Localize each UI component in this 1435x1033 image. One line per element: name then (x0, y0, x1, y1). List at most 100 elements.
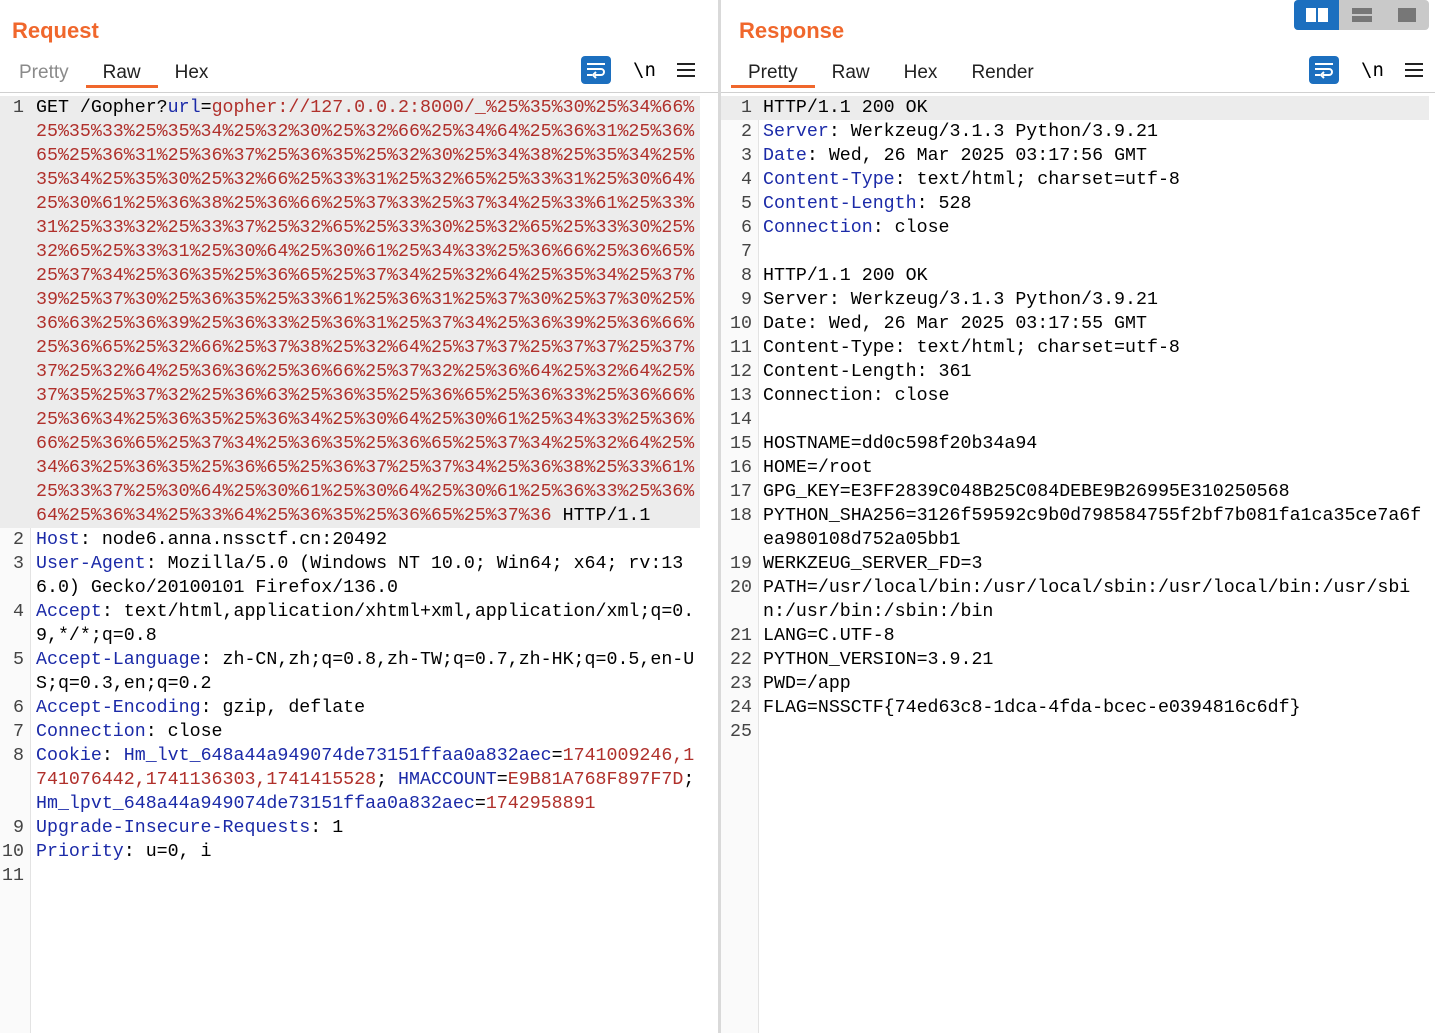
code-text: HOME=/root (763, 458, 873, 478)
request-wrap-lines-button[interactable] (581, 56, 611, 84)
response-tab-pretty[interactable]: Pretty (731, 58, 815, 88)
code-key: Server (763, 122, 829, 142)
code-line[interactable]: 16 HOME=/root (721, 456, 1429, 480)
code-text: Content-Type: text/html; charset=utf-8 (763, 338, 1180, 358)
code-text: = (474, 794, 486, 814)
code-line[interactable]: 12 Content-Length: 361 (721, 360, 1429, 384)
code-text: Connection: close (763, 386, 950, 406)
code-line[interactable]: 6 Accept-Encoding: gzip, deflate (0, 696, 700, 720)
line-number: 12 (730, 362, 752, 382)
line-number: 10 (2, 842, 24, 862)
response-show-newlines-button[interactable]: \n (1361, 59, 1384, 81)
code-line[interactable]: 2 Host: node6.anna.nssctf.cn:20492 (0, 528, 700, 552)
code-line[interactable]: 15 HOSTNAME=dd0c598f20b34a94 (721, 432, 1429, 456)
request-tab-divider (0, 92, 718, 93)
code-text: : Wed, 26 Mar 2025 03:17:56 GMT (806, 146, 1147, 166)
response-tab-render[interactable]: Render (954, 58, 1050, 88)
code-key: Accept-Encoding (36, 698, 201, 718)
code-value: 1742958891 (485, 794, 596, 814)
line-number: 14 (730, 410, 752, 430)
response-pane: Response Pretty Raw Hex Render \n 1 HTTP/… (721, 0, 1435, 1033)
line-number: 4 (741, 170, 752, 190)
code-key: HMACCOUNT (398, 770, 497, 790)
request-tab-pretty[interactable]: Pretty (2, 58, 86, 88)
code-key: Content-Type (763, 170, 895, 190)
response-menu-icon[interactable] (1405, 59, 1423, 81)
line-number: 9 (13, 818, 24, 838)
line-number: 2 (741, 122, 752, 142)
code-text: : gzip, deflate (200, 698, 366, 718)
columns-icon (1305, 8, 1328, 22)
code-line[interactable]: 7​ (721, 240, 1429, 264)
line-number: 24 (730, 698, 752, 718)
code-line[interactable]: 10 Priority: u=0, i (0, 840, 700, 864)
request-menu-icon[interactable] (677, 59, 695, 81)
line-number: 3 (741, 146, 752, 166)
line-number: 23 (730, 674, 752, 694)
response-wrap-lines-button[interactable] (1309, 56, 1339, 84)
code-line[interactable]: 6 Connection: close (721, 216, 1429, 240)
code-text: : 1 (310, 818, 344, 838)
code-key: Connection (36, 722, 146, 742)
code-line[interactable]: 1 HTTP/1.1 200 OK (721, 96, 1429, 120)
request-tab-hex[interactable]: Hex (158, 58, 226, 88)
code-line[interactable]: 3 Date: Wed, 26 Mar 2025 03:17:56 GMT (721, 144, 1429, 168)
single-pane-layout-button[interactable] (1384, 0, 1429, 30)
code-line[interactable]: 8 HTTP/1.1 200 OK (721, 264, 1429, 288)
request-show-newlines-button[interactable]: \n (633, 59, 656, 81)
stacked-layout-button[interactable] (1339, 0, 1384, 30)
line-number: 2 (13, 530, 24, 550)
code-text: LANG=C.UTF-8 (763, 626, 895, 646)
line-number: 6 (741, 218, 752, 238)
code-text: HTTP/1.1 200 OK (763, 266, 928, 286)
code-line[interactable]: 21 LANG=C.UTF-8 (721, 624, 1429, 648)
response-editor[interactable]: 1 HTTP/1.1 200 OK 2 Server: Werkzeug/3.1.3 … (721, 96, 1435, 1033)
code-line[interactable]: 14​ (721, 408, 1429, 432)
response-tab-raw[interactable]: Raw (815, 58, 887, 88)
side-by-side-layout-button[interactable] (1294, 0, 1339, 30)
code-text: GPG_KEY=E3FF2839C048B25C084DEBE9B26995E3… (763, 482, 1290, 502)
code-text: ; (376, 770, 399, 790)
code-line[interactable]: 3 User-Agent: Mozilla/5.0 (Windows NT 10.… (0, 552, 700, 600)
code-line[interactable]: 11​ (0, 864, 700, 888)
code-line[interactable]: 5 Accept-Language: zh-CN,zh;q=0.8,zh-TW;q… (0, 648, 700, 696)
code-line[interactable]: 22 PYTHON_VERSION=3.9.21 (721, 648, 1429, 672)
code-text: WERKZEUG_SERVER_FD=3 (763, 554, 983, 574)
code-line[interactable]: 25​ (721, 720, 1429, 744)
code-text: = (496, 770, 508, 790)
code-line[interactable]: 4 Content-Type: text/html; charset=utf-8 (721, 168, 1429, 192)
code-key: Hm_lpvt_648a44a949074de73151ffaa0a832aec (36, 794, 475, 814)
single-pane-icon (1397, 8, 1416, 22)
request-tab-raw[interactable]: Raw (85, 58, 158, 88)
code-text: : close (145, 722, 223, 742)
code-line[interactable]: 18 PYTHON_SHA256=3126f59592c9b0d798584755… (721, 504, 1429, 552)
code-line[interactable]: 11 Content-Type: text/html; charset=utf-8 (721, 336, 1429, 360)
code-line[interactable]: 17 GPG_KEY=E3FF2839C048B25C084DEBE9B26995… (721, 480, 1429, 504)
code-text: : text/html,application/xhtml+xml,applic… (36, 602, 695, 646)
code-line[interactable]: 8 Cookie: Hm_lvt_648a44a949074de73151ffaa… (0, 744, 700, 816)
code-line[interactable]: 7 Connection: close (0, 720, 700, 744)
code-line[interactable]: 9 Upgrade-Insecure-Requests: 1 (0, 816, 700, 840)
code-line[interactable]: 13 Connection: close (721, 384, 1429, 408)
code-text: PYTHON_SHA256=3126f59592c9b0d798584755f2… (763, 506, 1422, 550)
code-line[interactable]: 23 PWD=/app (721, 672, 1429, 696)
code-line[interactable]: 24 FLAG=NSSCTF{74ed63c8-1dca-4fda-bcec-e0… (721, 696, 1429, 720)
code-line[interactable]: 1 GET /Gopher?url=gopher://127.0.0.2:8000… (0, 96, 700, 528)
code-line[interactable]: 19 WERKZEUG_SERVER_FD=3 (721, 552, 1429, 576)
line-number: 4 (13, 602, 24, 622)
line-number: 21 (730, 626, 752, 646)
layout-toggle (1294, 0, 1429, 30)
code-line[interactable]: 4 Accept: text/html,application/xhtml+xml… (0, 600, 700, 648)
code-line[interactable]: 20 PATH=/usr/local/bin:/usr/local/sbin:/u… (721, 576, 1429, 624)
response-tab-divider (721, 92, 1435, 93)
request-editor[interactable]: 1 GET /Gopher?url=gopher://127.0.0.2:8000… (0, 96, 718, 1033)
code-line[interactable]: 10 Date: Wed, 26 Mar 2025 03:17:55 GMT (721, 312, 1429, 336)
response-tab-hex[interactable]: Hex (887, 58, 955, 88)
code-text: : node6.anna.nssctf.cn:20492 (79, 530, 388, 550)
request-code[interactable]: 1 GET /Gopher?url=gopher://127.0.0.2:8000… (0, 96, 718, 888)
response-code[interactable]: 1 HTTP/1.1 200 OK 2 Server: Werkzeug/3.1.3 … (721, 96, 1435, 744)
code-line[interactable]: 2 Server: Werkzeug/3.1.3 Python/3.9.21 (721, 120, 1429, 144)
code-line[interactable]: 5 Content-Length: 528 (721, 192, 1429, 216)
code-line[interactable]: 9 Server: Werkzeug/3.1.3 Python/3.9.21 (721, 288, 1429, 312)
line-number: 11 (730, 338, 752, 358)
